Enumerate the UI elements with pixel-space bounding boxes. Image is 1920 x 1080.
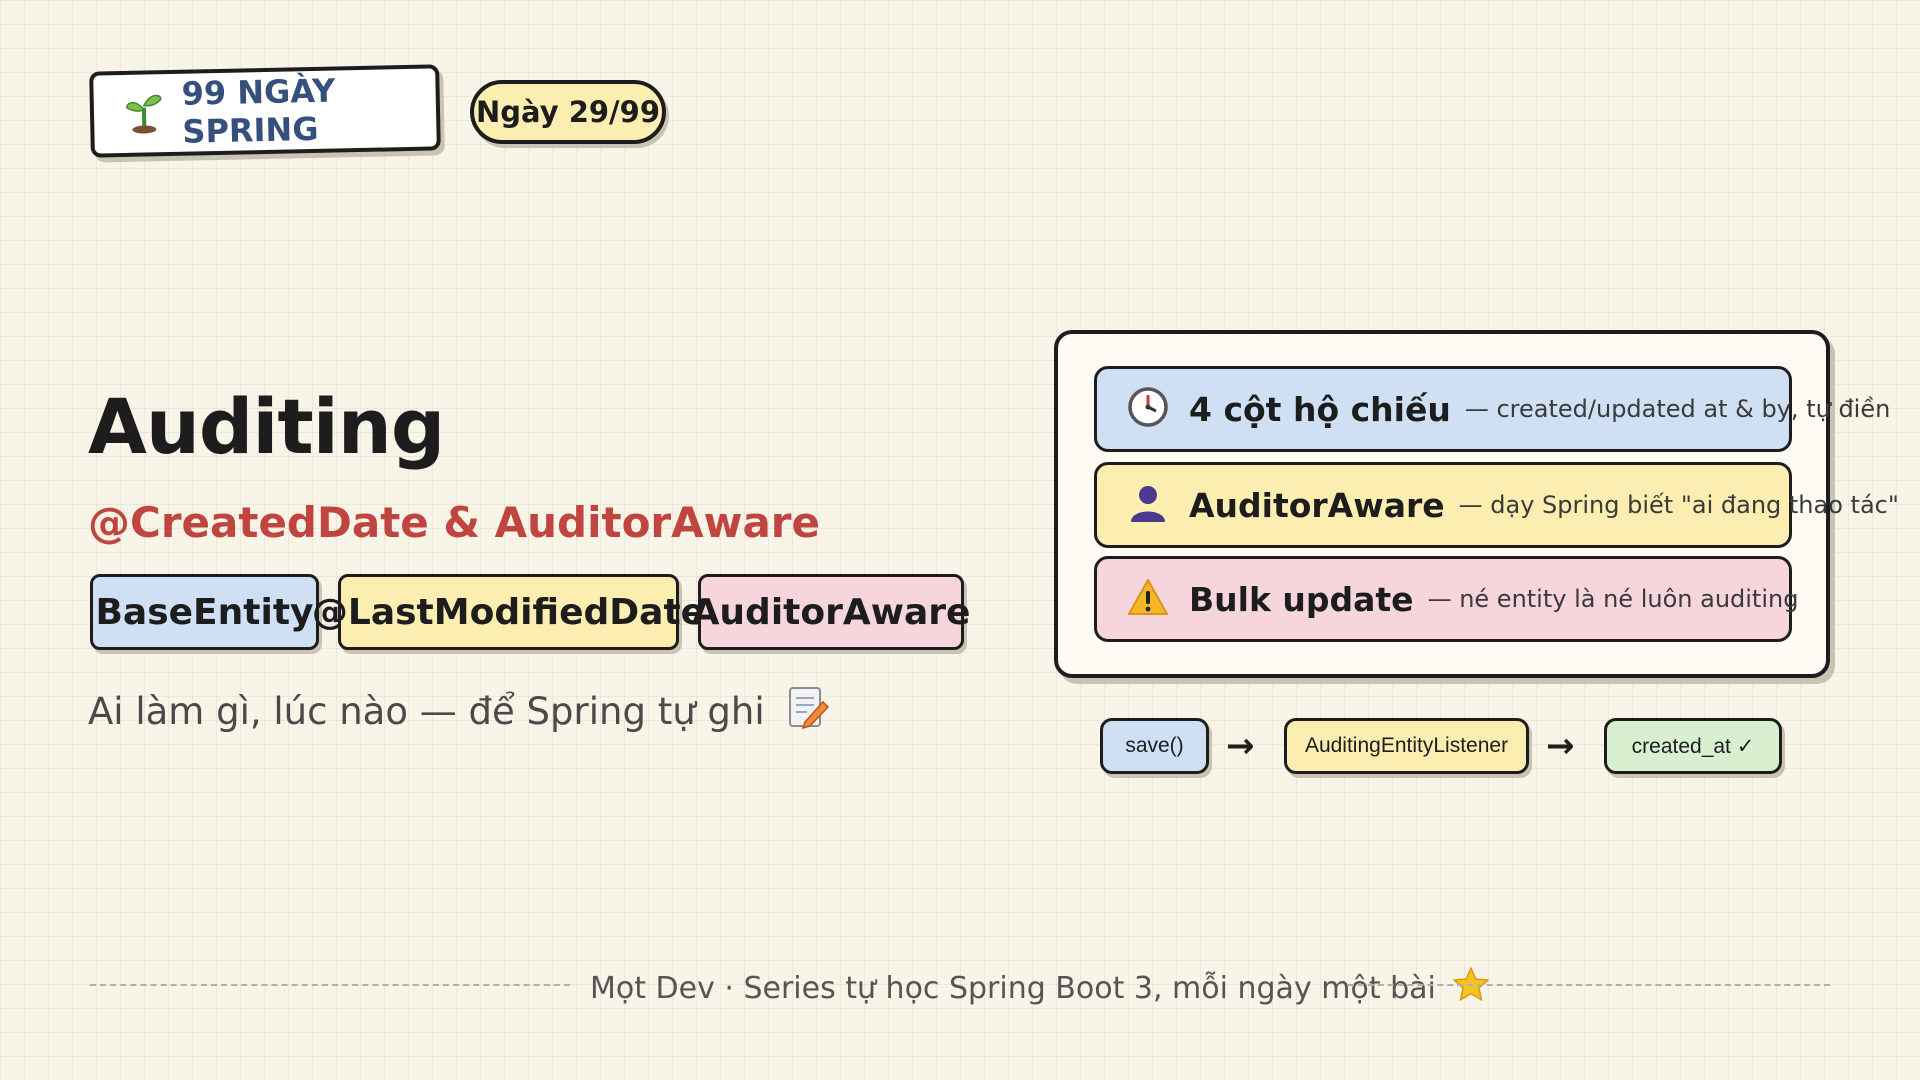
row-title: 4 cột hộ chiếu [1189, 389, 1451, 429]
arrow-right-icon: → [1546, 726, 1575, 766]
star-icon [1452, 966, 1490, 1010]
panel-row-bulk-update: Bulk update — né entity là né luôn audit… [1094, 556, 1798, 642]
warning-icon [1127, 577, 1169, 621]
feature-panel: 4 cột hộ chiếu — created/updated at & by… [1054, 330, 1899, 678]
seedling-icon [124, 89, 165, 138]
footer: Mọt Dev · Series tự học Spring Boot 3, m… [590, 966, 1490, 1010]
arrow-right-icon: → [1226, 726, 1255, 766]
footer-divider-left [90, 984, 570, 986]
row-description: — né entity là né luôn auditing [1427, 585, 1799, 613]
chip-lastmodifieddate: @LastModifiedDate [312, 574, 705, 650]
series-badge: 99 NGÀY SPRING [89, 64, 441, 158]
series-label: 99 NGÀY SPRING [181, 71, 336, 151]
flow-step-save: save() [1100, 718, 1209, 774]
page-title: Auditing [88, 382, 445, 471]
tagline: Ai làm gì, lúc nào — để Spring tự ghi [88, 684, 829, 739]
panel-row-auditoraware: AuditorAware — dạy Spring biết "ai đang … [1094, 462, 1899, 548]
panel-row-audit-columns: 4 cột hộ chiếu — created/updated at & by… [1094, 366, 1890, 452]
flow-step-created-at: created_at ✓ [1604, 718, 1782, 774]
flow-step-listener: AuditingEntityListener [1284, 718, 1529, 774]
row-title: AuditorAware [1189, 485, 1445, 525]
footer-divider-right [1348, 984, 1830, 986]
clock-icon [1127, 386, 1169, 432]
day-badge: Ngày 29/99 [470, 80, 666, 144]
row-description: — created/updated at & by, tự điền [1464, 395, 1891, 423]
page-subtitle: @CreatedDate & AuditorAware [88, 498, 820, 547]
chip-auditoraware: AuditorAware [692, 574, 970, 650]
row-description: — dạy Spring biết "ai đang thao tác" [1458, 491, 1899, 519]
footer-text: Mọt Dev · Series tự học Spring Boot 3, m… [590, 970, 1436, 1006]
memo-pencil-icon [787, 684, 829, 739]
row-title: Bulk update [1189, 579, 1414, 619]
tagline-text: Ai làm gì, lúc nào — để Spring tự ghi [88, 690, 765, 733]
person-icon [1127, 482, 1169, 528]
chip-baseentity: BaseEntity [90, 574, 319, 650]
